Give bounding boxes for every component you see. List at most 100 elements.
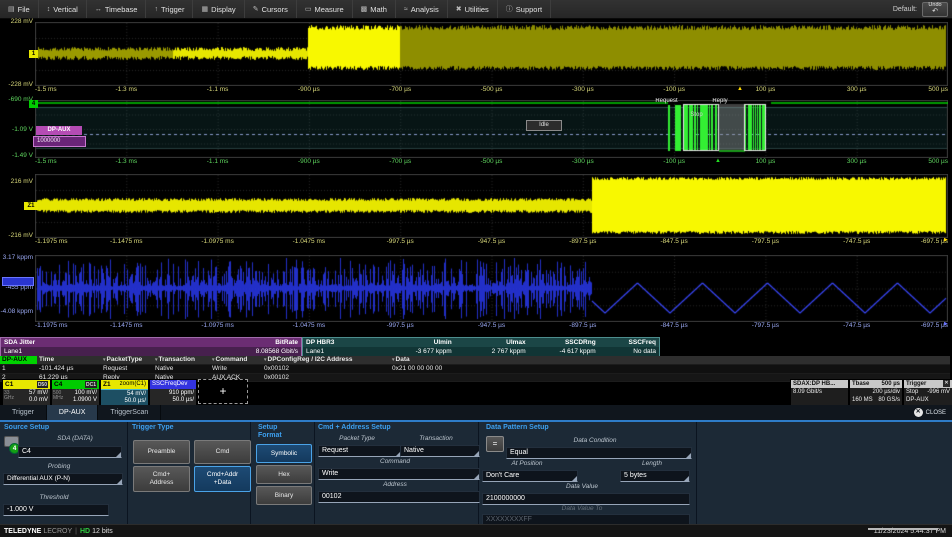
menu-item-cursors[interactable]: ✎Cursors [245,0,297,18]
decode-column-header[interactable]: Time [37,356,101,364]
axis-tick: -997.5 µs [387,238,414,245]
data-value-input[interactable]: 2100000000 [482,493,690,505]
trigger-time-marker-grid2[interactable]: ▲ [715,158,721,164]
trace-descriptor-sscfreqdev[interactable]: SSCFreqDev 910 ppm/ 50.0 µs/ [149,379,197,406]
table-row[interactable]: Lane18.08568 Gbit/s [1,347,301,356]
trigger-type-button-3[interactable]: Cmd+Addr +Data [194,466,251,492]
menu-item-support[interactable]: ⓘSupport [498,0,551,18]
format-button-symbolic[interactable]: Symbolic [256,444,312,463]
trigger-type-button-1[interactable]: Cmd [194,440,251,464]
decode-column-header[interactable]: ▾Command [210,356,262,364]
decode-cell: Native [153,365,210,373]
decode-bus-cell[interactable]: DP-AUX [0,356,37,364]
axis-tick: 100 µs [756,86,776,93]
trigger-type-button-0[interactable]: Preamble [133,440,190,464]
descriptor-c4-bandwidth: 500 MHz [53,391,66,401]
transaction-select[interactable]: Native [400,445,480,457]
sort-arrow-icon: ▾ [103,357,106,363]
length-select[interactable]: 5 bytes [620,470,690,482]
trigger-mode: Stop [906,388,918,396]
waveform-grid-c4-dpaux[interactable] [35,100,948,158]
sort-arrow-icon: ▾ [392,357,395,363]
table-header-cell: BitRate [177,338,301,347]
menu-item-utilities[interactable]: ✖Utilities [448,0,498,18]
axis-tick: -947.5 µs [478,322,505,329]
descriptor-c1-title: C1 [5,380,13,389]
default-setup-label: Default: [893,6,917,13]
add-trace-button[interactable]: + [198,379,248,404]
packet-type-select[interactable]: Request [318,445,402,457]
menu-item-measure[interactable]: ▭Measure [297,0,353,18]
decode-column-header[interactable]: ▾Transaction [153,356,210,364]
timebase-icon: ↔ [95,6,102,13]
trigger-time-marker-grid1[interactable]: ▲ [737,86,743,92]
at-position-select[interactable]: Don't Care [482,470,578,482]
sscfreqdev-offset-marker[interactable] [2,277,34,286]
menu-item-display[interactable]: ▦Display [193,0,244,18]
address-label: Address [318,481,472,489]
decode-column-header[interactable]: ▾PacketType [101,356,153,364]
waveform-grid-sscfreqdev[interactable] [35,255,948,322]
tab-triggerscan[interactable]: TriggerScan [98,405,161,420]
threshold-input[interactable]: -1.000 V [3,504,109,516]
format-button-hex[interactable]: Hex [256,465,312,484]
table-header-cell: SSCFreq [599,338,659,347]
command-select[interactable]: Write [318,468,480,480]
grid2-time-axis: -1.5 ms-1.3 ms-1.1 ms-900 µs-700 µs-500 … [35,158,948,168]
cmd-address-header: Cmd + Address Setup [318,424,391,432]
trace-descriptor-c4[interactable]: C4DC1 500 MHz 100 mV/ 1.0900 V [51,379,100,406]
ssc-results-table[interactable]: DP HBR3UIminUImaxSSCDRngSSCFreqLane1-3 6… [302,337,660,357]
menu-item-file[interactable]: ▤File [0,0,39,18]
decode-column-label: Data [396,356,410,363]
menu-item-vertical[interactable]: ↕Vertical [39,0,87,18]
axis-tick: 100 µs [756,158,776,165]
menu-item-trigger[interactable]: ↑Trigger [146,0,193,18]
waveform-grid-c1[interactable] [35,22,948,86]
descriptor-c1-bandwidth: 33 GHz [4,391,17,401]
channel1-offset-marker[interactable]: 1 [29,50,38,58]
address-input[interactable]: 00102 [318,491,480,503]
cursors-icon: ✎ [253,5,259,13]
menu-item-timebase[interactable]: ↔Timebase [87,0,147,18]
axis-tick: -700 µs [389,158,411,165]
axis-tick: -900 µs [298,86,320,93]
tab-trigger[interactable]: Trigger [0,405,47,420]
channel4-offset-marker[interactable]: 4 [29,100,38,108]
menu-item-label: Analysis [411,5,439,14]
trigger-type-button-2[interactable]: Cmd+ Address [133,466,190,492]
trace-descriptor-z1[interactable]: Z1zoom(C1) 54 mV/ 50.0 µs/ [100,379,149,406]
menu-item-analysis[interactable]: ≈Analysis [396,0,448,18]
decode-column-header[interactable]: ▾Data [390,356,950,364]
table-cell: Lane1 [1,347,177,356]
serial-decode-status-box[interactable]: SDAX:DP HB... 8.09 Gbit/s [790,379,849,406]
waveform-grid-z1-zoom[interactable] [35,174,948,238]
source-setup-section: Source Setup 4 SDA (DATA) C4 Probing Dif… [0,422,127,524]
trigger-status-box[interactable]: Trigger✕ Stop-996 mV DP-AUX [903,379,952,406]
table-header-cell: SDA Jitter [1,338,177,347]
footer-separator: | [75,528,77,535]
data-condition-equals-button[interactable]: = [486,436,504,452]
sda-source-select[interactable]: C4 [18,446,122,458]
decode-bus-badge[interactable]: DP-AUX [36,126,82,135]
trace-descriptor-c1[interactable]: C1D50 33 GHz 57 mV/ 0.0 mV [2,379,51,406]
axis-tick: -797.5 µs [752,322,779,329]
trigger-type: DP-AUX [906,396,929,404]
probing-select[interactable]: Differential AUX (P-N) [3,473,123,485]
format-button-binary[interactable]: Binary [256,486,312,505]
bit-depth-label: 12 bits [92,528,113,535]
zoom1-offset-marker[interactable]: Z1 [24,202,38,210]
undo-button[interactable]: Undo ↶ [922,2,948,17]
sda-jitter-table[interactable]: SDA JitterBitRateLane18.08568 Gbit/s [0,337,302,357]
support-icon: ⓘ [506,4,513,14]
data-condition-label: Data Condition [510,437,680,445]
tab-dp-aux[interactable]: DP-AUX [47,405,98,420]
table-row[interactable]: Lane1-3 677 kppm2 767 kppm-4 617 kppmNo … [303,347,659,356]
decode-column-header[interactable]: ▾DPConfigReg / I2C Address [262,356,390,364]
menu-item-math[interactable]: ▩Math [353,0,396,18]
timebase-status-box[interactable]: Tbase500 µs 200 µs/div 160 MS80 GS/s [849,379,903,406]
decode-row[interactable]: 1-101.424 µsRequestNativeWrite0x001020x2… [0,365,950,374]
close-button[interactable]: ✕ CLOSE [914,405,952,420]
axis-tick: -500 µs [481,86,503,93]
data-condition-select[interactable]: Equal [506,447,692,459]
utilities-icon: ✖ [456,5,462,13]
